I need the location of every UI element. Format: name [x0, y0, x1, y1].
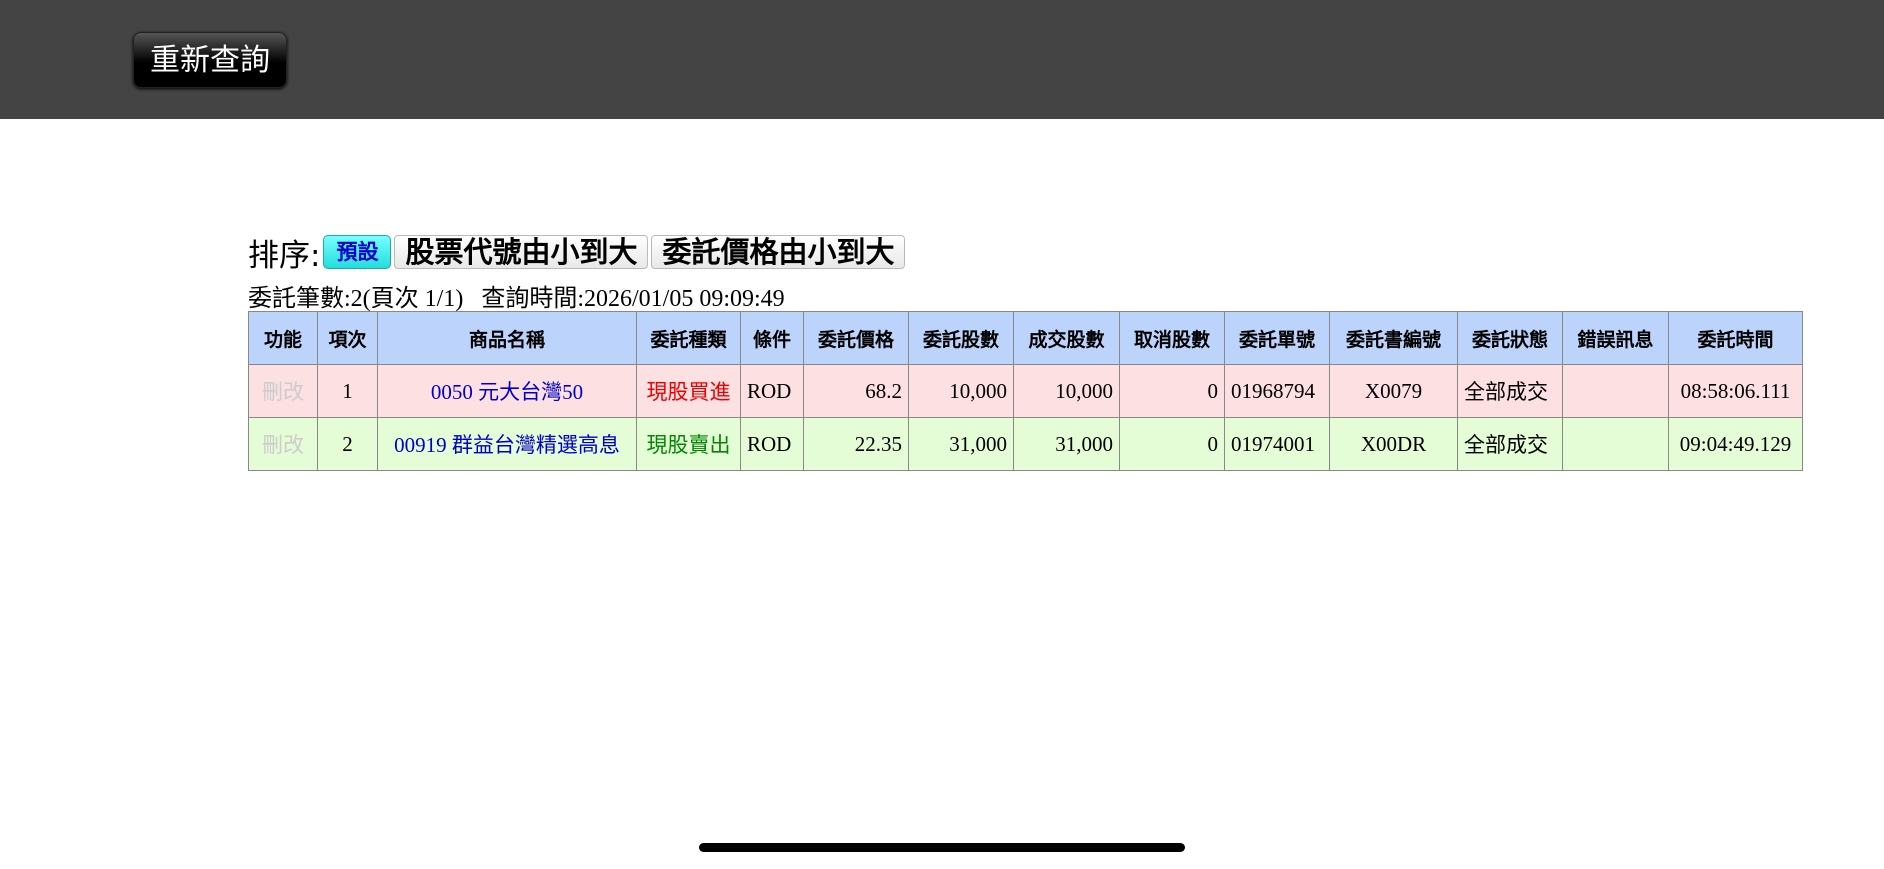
filled-quantity: 31,000: [1013, 417, 1120, 471]
cancel-quantity: 0: [1119, 364, 1225, 418]
error-message: [1562, 364, 1669, 418]
order-quantity: 10,000: [908, 364, 1014, 418]
table-row: 刪改 2 00919 群益台灣精選高息 現股賣出 ROD 22.35 31,000 31,00…: [248, 417, 1803, 471]
column-header: 委託價格: [803, 311, 909, 365]
column-header: 錯誤訊息: [1562, 311, 1669, 365]
top-toolbar: 重新查詢: [0, 0, 1884, 119]
sort-label: 排序:: [248, 237, 321, 274]
error-message: [1562, 417, 1669, 471]
order-number: 01974001: [1224, 417, 1330, 471]
cancel-quantity: 0: [1119, 417, 1225, 471]
column-header: 委託種類: [636, 311, 741, 365]
order-book-number: X0079: [1329, 364, 1458, 418]
product-name: 00919 群益台灣精選高息: [377, 417, 637, 471]
column-header: 委託股數: [908, 311, 1014, 365]
table-row: 刪改 1 0050 元大台灣50 現股買進 ROD 68.2 10,000 10,000 0 01…: [248, 364, 1803, 418]
product-name: 0050 元大台灣50: [377, 364, 637, 418]
sort-by-price-button[interactable]: 委託價格由小到大: [651, 235, 906, 269]
query-time: 查詢時間:2026/01/05 09:09:49: [481, 286, 785, 312]
table-header-row: 功能 項次 商品名稱 委託種類 條件 委託價格 委託股數 成交股數 取消股數 委託單號 委託書編號委…: [248, 311, 1803, 365]
requery-button[interactable]: 重新查詢: [133, 32, 287, 88]
column-header: 委託時間: [1668, 311, 1803, 365]
order-info: 委託筆數:2(頁次 1/1) 查詢時間:2026/01/05 09:09:49: [248, 278, 785, 313]
column-header: 條件: [740, 311, 804, 365]
order-time: 09:04:49.129: [1668, 417, 1803, 471]
column-header: 成交股數: [1013, 311, 1120, 365]
action-link[interactable]: 刪改: [248, 417, 318, 471]
column-header: 商品名稱: [377, 311, 637, 365]
sort-by-stock-code-button[interactable]: 股票代號由小到大: [394, 235, 649, 269]
order-count: 委託筆數:2(頁次 1/1): [248, 286, 464, 312]
column-header: 取消股數: [1119, 311, 1225, 365]
order-status: 全部成交: [1457, 364, 1563, 418]
row-index: 1: [317, 364, 378, 418]
order-quantity: 31,000: [908, 417, 1014, 471]
filled-quantity: 10,000: [1013, 364, 1120, 418]
column-header: 委託狀態: [1457, 311, 1563, 365]
sort-bar: 排序: 預設 股票代號由小到大 委託價格由小到大: [248, 232, 906, 274]
order-type: 現股買進: [636, 364, 741, 418]
order-time: 08:58:06.111: [1668, 364, 1803, 418]
action-link[interactable]: 刪改: [248, 364, 318, 418]
column-header: 功能: [248, 311, 318, 365]
column-header: 項次: [317, 311, 378, 365]
home-indicator[interactable]: [699, 843, 1185, 852]
column-header: 委託單號: [1224, 311, 1330, 365]
order-book-number: X00DR: [1329, 417, 1458, 471]
sort-default-button[interactable]: 預設: [323, 235, 392, 269]
condition: ROD: [740, 417, 804, 471]
orders-table: 功能 項次 商品名稱 委託種類 條件 委託價格 委託股數 成交股數 取消股數 委託單號 委託書編號委…: [248, 311, 1803, 471]
order-price: 22.35: [803, 417, 909, 471]
condition: ROD: [740, 364, 804, 418]
order-type: 現股賣出: [636, 417, 741, 471]
column-header: 委託書編號: [1329, 311, 1458, 365]
order-price: 68.2: [803, 364, 909, 418]
order-number: 01968794: [1224, 364, 1330, 418]
order-status: 全部成交: [1457, 417, 1563, 471]
row-index: 2: [317, 417, 378, 471]
